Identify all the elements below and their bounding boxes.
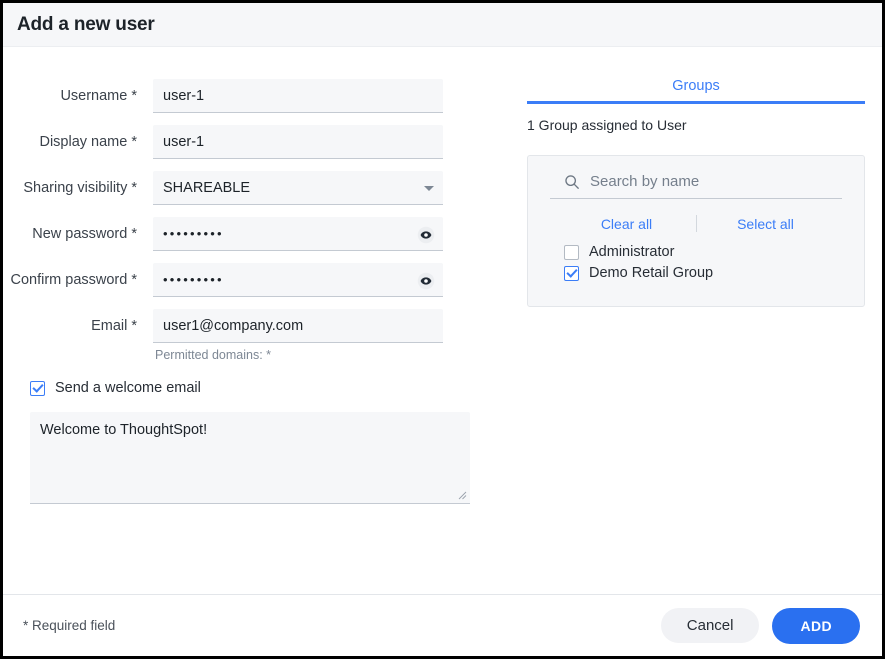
sharing-visibility-value[interactable]: SHAREABLE [153, 171, 443, 205]
user-form: Username * Display name * Sharing visibi… [3, 47, 503, 504]
welcome-message-area [30, 412, 470, 504]
display-name-input[interactable] [153, 125, 443, 159]
tab-groups[interactable]: Groups [672, 78, 720, 94]
send-welcome-email-label[interactable]: Send a welcome email [55, 380, 201, 396]
assigned-summary: 1 Group assigned to User [527, 117, 865, 133]
bulk-actions-divider [696, 215, 697, 232]
dialog-footer: * Required field Cancel ADD [3, 594, 882, 656]
username-input[interactable] [153, 79, 443, 113]
email-field[interactable] [153, 309, 443, 343]
field-control-new-password [153, 217, 443, 251]
field-label-email: Email * [3, 309, 153, 343]
field-label-display-name: Display name * [3, 125, 153, 159]
field-control-email: Permitted domains: * [153, 309, 443, 362]
field-control-username [153, 79, 443, 113]
field-email: Email * Permitted domains: * [3, 309, 503, 362]
clear-all-button[interactable]: Clear all [572, 216, 682, 232]
select-all-button[interactable]: Select all [711, 216, 821, 232]
field-sharing-visibility: Sharing visibility * SHAREABLE [3, 171, 503, 205]
add-user-button[interactable]: ADD [772, 608, 860, 644]
field-new-password: New password * [3, 217, 503, 251]
groups-panel: Groups 1 Group assigned to User Clear al… [527, 47, 865, 307]
field-display-name: Display name * [3, 125, 503, 159]
new-password-input[interactable] [153, 217, 443, 251]
page-title: Add a new user [17, 14, 155, 36]
field-control-confirm-password [153, 263, 443, 297]
welcome-message-textarea[interactable] [30, 412, 470, 504]
group-label-administrator[interactable]: Administrator [589, 244, 674, 260]
field-username: Username * [3, 79, 503, 113]
field-control-sharing-visibility: SHAREABLE [153, 171, 443, 205]
send-welcome-email-checkbox[interactable] [30, 381, 45, 396]
groups-tabbar: Groups [527, 77, 865, 104]
field-control-display-name [153, 125, 443, 159]
list-item-administrator: Administrator [564, 244, 842, 260]
group-checkbox-demo-retail-group[interactable] [564, 266, 579, 281]
confirm-password-input[interactable] [153, 263, 443, 297]
field-label-new-password: New password * [3, 217, 153, 251]
group-label-demo-retail-group[interactable]: Demo Retail Group [589, 265, 713, 281]
group-search-row [550, 172, 842, 199]
field-label-username: Username * [3, 79, 153, 113]
field-label-confirm-password: Confirm password * [3, 263, 153, 297]
dialog-titlebar: Add a new user [3, 3, 882, 47]
bulk-actions-row: Clear all Select all [550, 215, 842, 232]
permitted-domains-hint: Permitted domains: * [153, 348, 443, 362]
send-welcome-email-row: Send a welcome email [30, 380, 503, 396]
group-search-input[interactable] [588, 172, 840, 191]
dialog-body: Username * Display name * Sharing visibi… [3, 47, 882, 594]
required-field-note: * Required field [23, 618, 115, 633]
eye-icon-confirm-password[interactable] [416, 271, 435, 290]
eye-icon-new-password[interactable] [416, 225, 435, 244]
sharing-visibility-select[interactable]: SHAREABLE [153, 171, 443, 205]
list-item-demo-retail-group: Demo Retail Group [564, 265, 842, 281]
search-icon [564, 174, 580, 190]
add-user-dialog: Add a new user Username * Display name *… [3, 3, 882, 656]
field-label-sharing-visibility: Sharing visibility * [3, 171, 153, 205]
chevron-down-icon[interactable] [424, 186, 434, 191]
cancel-button[interactable]: Cancel [661, 608, 760, 643]
group-checkbox-administrator[interactable] [564, 245, 579, 260]
field-confirm-password: Confirm password * [3, 263, 503, 297]
groups-selector-box: Clear all Select all Administrator Demo … [527, 155, 865, 307]
